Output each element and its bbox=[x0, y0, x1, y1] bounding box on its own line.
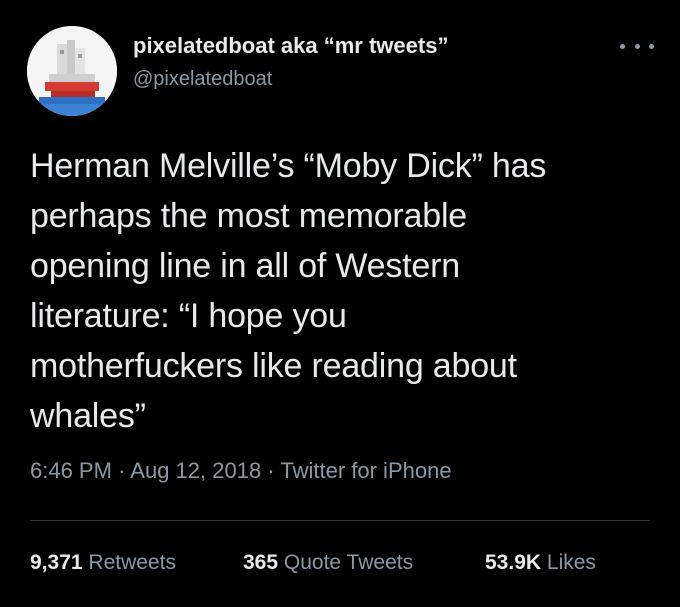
tweet-card: pixelatedboat aka “mr tweets” @pixelated… bbox=[0, 0, 680, 607]
user-handle[interactable]: @pixelatedboat bbox=[133, 68, 272, 91]
avatar[interactable] bbox=[27, 26, 117, 116]
meta-separator: · bbox=[267, 458, 281, 483]
divider bbox=[30, 520, 650, 521]
more-dot bbox=[649, 43, 654, 49]
more-horizontal-icon[interactable] bbox=[620, 36, 654, 56]
retweets-count: 9,371 bbox=[30, 551, 83, 574]
quote-tweets-count: 365 bbox=[243, 551, 279, 574]
tweet-time[interactable]: 6:46 PM bbox=[30, 458, 112, 483]
quote-tweets-label: Quote Tweets bbox=[283, 551, 414, 574]
more-dot bbox=[634, 43, 640, 49]
pixel-boat-avatar-icon bbox=[27, 26, 117, 116]
tweet-date[interactable]: Aug 12, 2018 bbox=[130, 458, 261, 483]
likes-stat[interactable]: 53.9K Likes bbox=[485, 551, 596, 575]
display-name[interactable]: pixelatedboat aka “mr tweets” bbox=[133, 33, 448, 59]
likes-count: 53.9K bbox=[485, 551, 542, 574]
retweets-label: Retweets bbox=[88, 551, 176, 574]
tweet-text: Herman Melville’s “Moby Dick” has perhap… bbox=[30, 147, 547, 435]
quote-tweets-stat[interactable]: 365 Quote Tweets bbox=[243, 551, 413, 575]
retweets-stat[interactable]: 9,371 Retweets bbox=[30, 551, 176, 575]
tweet-source[interactable]: Twitter for iPhone bbox=[280, 458, 451, 483]
tweet-metadata: 6:46 PM · Aug 12, 2018 · Twitter for iPh… bbox=[30, 458, 452, 484]
more-dot bbox=[620, 43, 625, 49]
likes-label: Likes bbox=[546, 551, 596, 574]
meta-separator: · bbox=[118, 458, 131, 483]
